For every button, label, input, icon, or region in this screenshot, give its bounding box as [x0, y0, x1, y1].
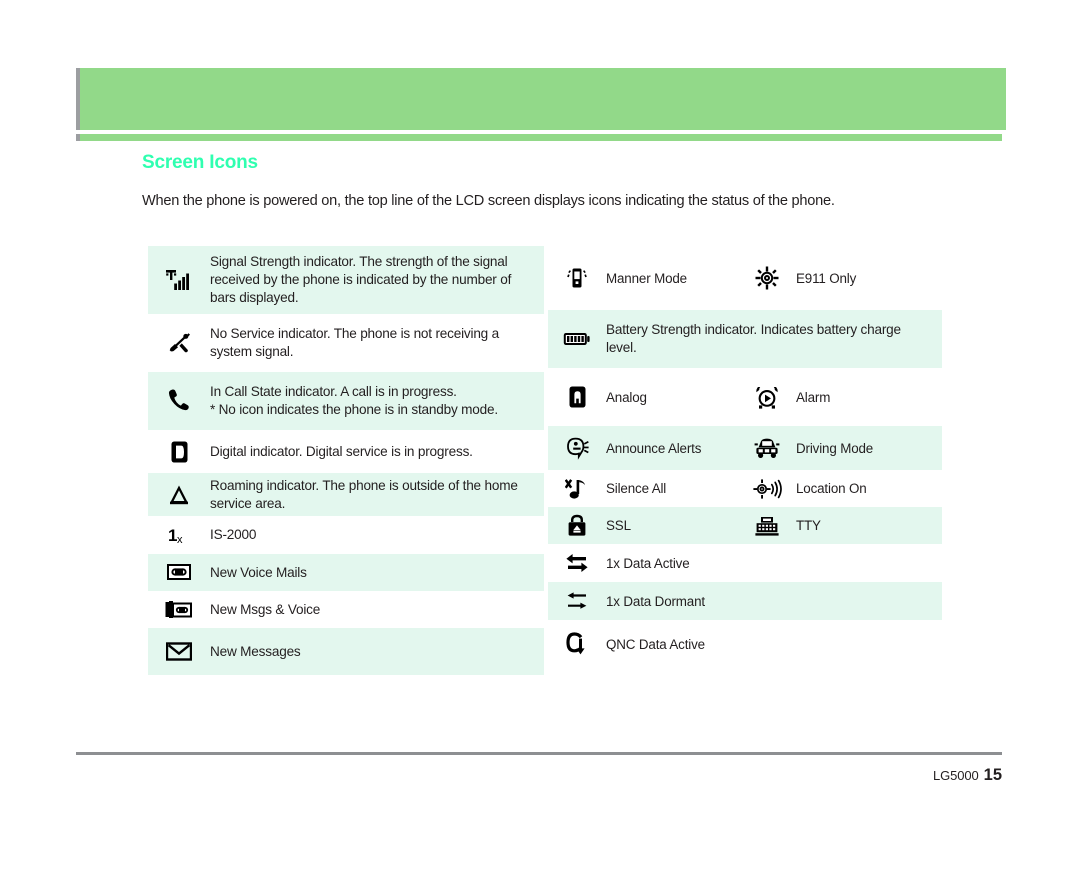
row-description: Digital indicator. Digital service is in…: [210, 443, 473, 459]
signal-strength-icon: [148, 246, 210, 314]
table-row: 1 x IS-2000: [148, 516, 544, 554]
row-description: New Messages: [210, 643, 301, 659]
new-voice-mails-icon: [148, 554, 210, 591]
row-label: Location On: [796, 481, 867, 496]
1x-data-active-icon: [548, 544, 606, 582]
row-description: Signal Strength indicator. The strength …: [210, 254, 512, 305]
new-msgs-and-voice-icon: [148, 591, 210, 628]
row-label: Analog: [606, 389, 647, 405]
digital-indicator-icon: [148, 430, 210, 473]
ssl-lock-icon: [548, 507, 606, 544]
analog-icon: [548, 368, 606, 426]
footer-rule: [76, 752, 1002, 755]
row-label: Silence All: [606, 481, 667, 496]
qnc-data-active-icon: [548, 620, 606, 668]
footer: LG5000 15: [933, 766, 1002, 785]
intro-paragraph: When the phone is powered on, the top li…: [142, 193, 835, 209]
row-description: In Call State indicator. A call is in pr…: [210, 372, 544, 430]
tty-icon: [738, 507, 796, 544]
table-row: Manner Mode E911 Only: [548, 246, 942, 310]
table-row: Roaming indicator. The phone is outside …: [148, 473, 544, 516]
in-call-state-icon: [148, 372, 210, 430]
footer-page-number: 15: [983, 766, 1002, 784]
manner-mode-icon: [548, 246, 606, 310]
table-row: No Service indicator. The phone is not r…: [148, 314, 544, 372]
row-label: 1x Data Active: [606, 555, 690, 571]
row-label: QNC Data Active: [606, 636, 705, 652]
table-row: New Voice Mails: [148, 554, 544, 591]
row-description: IS-2000: [210, 527, 257, 542]
table-row: SSL TTY: [548, 507, 942, 544]
header-green-band: [76, 68, 1006, 130]
table-row: 1x Data Dormant: [548, 582, 942, 620]
left-icon-table: Signal Strength indicator. The strength …: [148, 246, 544, 675]
row-label: 1x Data Dormant: [606, 593, 705, 609]
right-icon-table: Manner Mode E911 Only Battery Strength i…: [548, 246, 942, 668]
table-row: Battery Strength indicator. Indicates ba…: [548, 310, 942, 368]
table-row: Announce Alerts Driving Mode: [548, 426, 942, 470]
row-label: Announce Alerts: [606, 440, 702, 456]
row-description: New Voice Mails: [210, 564, 307, 580]
row-label: E911 Only: [796, 270, 857, 286]
table-row: New Messages: [148, 628, 544, 675]
driving-mode-icon: [738, 426, 796, 470]
table-row: Silence All Location On: [548, 470, 942, 507]
new-messages-icon: [148, 628, 210, 675]
e911-only-icon: [738, 246, 796, 310]
table-row: New Msgs & Voice: [148, 591, 544, 628]
svg-text:x: x: [177, 534, 183, 546]
alarm-icon: [738, 368, 796, 426]
silence-all-icon: [548, 470, 606, 507]
row-label: TTY: [796, 518, 821, 533]
row-description: New Msgs & Voice: [210, 601, 321, 617]
roaming-icon: [148, 473, 210, 516]
is2000-icon: 1 x: [148, 516, 210, 554]
table-row: Signal Strength indicator. The strength …: [148, 246, 544, 314]
row-label: Manner Mode: [606, 270, 687, 286]
table-row: Digital indicator. Digital service is in…: [148, 430, 544, 473]
location-on-icon: [738, 470, 796, 507]
row-description: Battery Strength indicator. Indicates ba…: [606, 322, 901, 355]
table-row: Analog Alarm: [548, 368, 942, 426]
row-label: Driving Mode: [796, 440, 874, 456]
announce-alerts-icon: [548, 426, 606, 470]
1x-data-dormant-icon: [548, 582, 606, 620]
row-label: SSL: [606, 518, 631, 533]
row-description-line1: In Call State indicator. A call is in pr…: [210, 384, 498, 417]
footer-model: LG5000: [932, 768, 979, 783]
header-accent-rule: [76, 134, 1002, 141]
row-label: Alarm: [796, 389, 831, 405]
table-row: 1x Data Active: [548, 544, 942, 582]
row-description: Roaming indicator. The phone is outside …: [210, 477, 518, 511]
no-service-icon: [148, 314, 210, 372]
row-description: No Service indicator. The phone is not r…: [210, 326, 499, 359]
table-row: In Call State indicator. A call is in pr…: [148, 372, 544, 430]
battery-strength-icon: [548, 310, 606, 368]
page-title: Screen Icons: [142, 152, 258, 173]
table-row: QNC Data Active: [548, 620, 942, 668]
